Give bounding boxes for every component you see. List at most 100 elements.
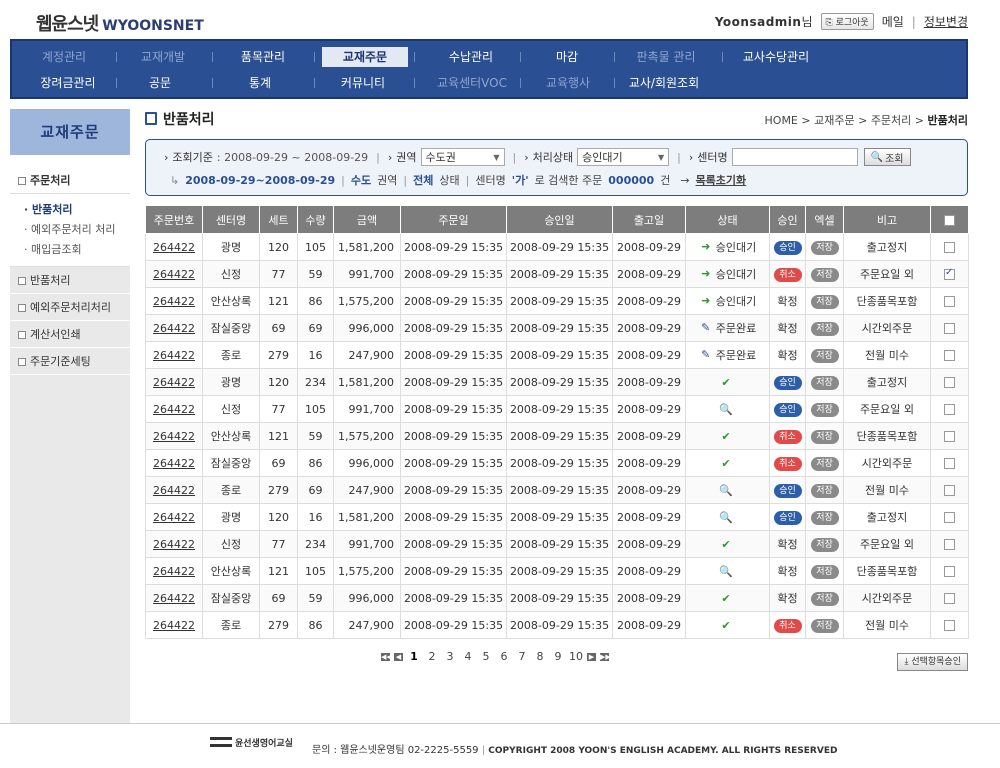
last-page-icon[interactable]: ▶▶: [600, 652, 611, 661]
mail-link[interactable]: 메일: [882, 13, 904, 30]
order-no-link[interactable]: 264422: [153, 403, 195, 416]
cancel-button[interactable]: 취소: [773, 618, 802, 633]
excel-save-button[interactable]: 저장: [810, 483, 839, 498]
check-icon[interactable]: ✔: [719, 592, 733, 605]
excel-save-button[interactable]: 저장: [810, 294, 839, 309]
row-checkbox[interactable]: [944, 512, 955, 523]
check-icon[interactable]: ✔: [719, 457, 733, 470]
cancel-button[interactable]: 취소: [773, 456, 802, 471]
next-page-icon[interactable]: ▶: [587, 652, 596, 661]
approve-button[interactable]: 승인: [773, 510, 802, 525]
sidebar-item-exception[interactable]: 예외주문처리처리: [10, 294, 130, 321]
breadcrumb-item[interactable]: 주문처리: [871, 114, 911, 127]
gnb-item-edu-event[interactable]: 교육행사: [540, 73, 596, 93]
prev-page-icon[interactable]: ◀: [394, 652, 403, 661]
cell-order-no[interactable]: 264422: [145, 584, 203, 612]
row-checkbox[interactable]: [944, 296, 955, 307]
cell-order-no[interactable]: 264422: [145, 287, 203, 315]
cell-order-no[interactable]: 264422: [145, 422, 203, 450]
cell-status[interactable]: ➜ 승인대기: [685, 260, 770, 288]
order-no-link[interactable]: 264422: [153, 484, 195, 497]
gnb-item-edu-voc[interactable]: 교육센터VOC: [432, 73, 512, 93]
cell-order-no[interactable]: 264422: [145, 368, 203, 396]
cell-status[interactable]: ✔: [685, 368, 770, 396]
row-checkbox[interactable]: [944, 404, 955, 415]
select-all-checkbox[interactable]: [944, 214, 955, 226]
cell-select[interactable]: [930, 584, 969, 612]
cell-select[interactable]: [930, 611, 969, 639]
breadcrumb-home[interactable]: HOME: [765, 114, 798, 127]
check-icon[interactable]: ✔: [719, 376, 733, 389]
breadcrumb-item[interactable]: 교재주문: [814, 114, 854, 127]
cell-status[interactable]: 🔍: [685, 395, 770, 423]
cell-select[interactable]: [930, 422, 969, 450]
page-link[interactable]: 6: [495, 650, 513, 663]
row-checkbox[interactable]: [944, 566, 955, 577]
order-no-link[interactable]: 264422: [153, 241, 195, 254]
magnifier-icon[interactable]: 🔍: [719, 565, 733, 578]
order-no-link[interactable]: 264422: [153, 349, 195, 362]
row-checkbox[interactable]: [944, 431, 955, 442]
cell-order-no[interactable]: 264422: [145, 611, 203, 639]
order-no-link[interactable]: 264422: [153, 619, 195, 632]
sidebar-item-return[interactable]: 반품처리: [10, 267, 130, 294]
cell-status[interactable]: ✔: [685, 422, 770, 450]
row-checkbox[interactable]: [944, 377, 955, 388]
approve-button[interactable]: 승인: [773, 483, 802, 498]
excel-save-button[interactable]: 저장: [810, 456, 839, 471]
excel-save-button[interactable]: 저장: [810, 564, 839, 579]
logout-button[interactable]: ⎘ 로그아웃: [820, 13, 874, 30]
gnb-item-teacher-allowance[interactable]: 교사수당관리: [736, 47, 816, 67]
row-checkbox[interactable]: [944, 485, 955, 496]
excel-save-button[interactable]: 저장: [810, 591, 839, 606]
cell-status[interactable]: ✔: [685, 611, 770, 639]
order-no-link[interactable]: 264422: [153, 538, 195, 551]
sidebar-item-order-processing[interactable]: 주문처리: [10, 167, 130, 194]
cell-status[interactable]: ➜ 승인대기: [685, 233, 770, 261]
order-no-link[interactable]: 264422: [153, 430, 195, 443]
page-link[interactable]: 1: [405, 650, 423, 663]
page-link[interactable]: 8: [531, 650, 549, 663]
gnb-item-products[interactable]: 품목관리: [232, 47, 294, 67]
col-header-order-date[interactable]: 주문일: [400, 205, 507, 234]
order-no-link[interactable]: 264422: [153, 295, 195, 308]
sidebar-item-order-settings[interactable]: 주문기준세팅: [10, 348, 130, 375]
row-checkbox[interactable]: [944, 242, 955, 253]
cell-status[interactable]: ✔: [685, 584, 770, 612]
excel-save-button[interactable]: 저장: [810, 510, 839, 525]
site-logo[interactable]: 웹윤스넷 WYOONSNET: [36, 10, 204, 36]
cell-select[interactable]: [930, 557, 969, 585]
excel-save-button[interactable]: 저장: [810, 618, 839, 633]
order-no-link[interactable]: 264422: [153, 322, 195, 335]
cell-order-no[interactable]: 264422: [145, 395, 203, 423]
order-no-link[interactable]: 264422: [153, 457, 195, 470]
edit-icon[interactable]: ✎: [699, 322, 713, 334]
row-checkbox[interactable]: [944, 267, 955, 280]
gnb-item-stats[interactable]: 통계: [240, 73, 280, 93]
row-checkbox[interactable]: [944, 620, 955, 631]
cell-status[interactable]: 🔍: [685, 503, 770, 531]
order-no-link[interactable]: 264422: [153, 376, 195, 389]
approve-button[interactable]: 승인: [773, 240, 802, 255]
cell-order-no[interactable]: 264422: [145, 341, 203, 369]
row-checkbox[interactable]: [944, 350, 955, 361]
gnb-item-payment[interactable]: 수납관리: [440, 47, 502, 67]
reset-list-link[interactable]: 목록초기화: [696, 172, 747, 188]
gnb-item-member-search[interactable]: 교사/회원조회: [624, 73, 704, 93]
cell-status[interactable]: 🔍: [685, 476, 770, 504]
cell-order-no[interactable]: 264422: [145, 530, 203, 558]
cell-status[interactable]: ➜ 승인대기: [685, 287, 770, 315]
check-icon[interactable]: ✔: [719, 538, 733, 551]
col-header-center[interactable]: 센터명: [202, 205, 260, 234]
row-checkbox[interactable]: [944, 323, 955, 334]
cell-select[interactable]: [930, 530, 969, 558]
cell-order-no[interactable]: 264422: [145, 503, 203, 531]
cell-status[interactable]: ✔: [685, 449, 770, 477]
approve-button[interactable]: 승인: [773, 402, 802, 417]
excel-save-button[interactable]: 저장: [810, 375, 839, 390]
first-page-icon[interactable]: ◀◀: [381, 652, 392, 661]
row-checkbox[interactable]: [944, 593, 955, 604]
cell-status[interactable]: ✎ 주문완료: [685, 341, 770, 369]
col-header-amount[interactable]: 금액: [333, 205, 401, 234]
cell-select[interactable]: [930, 287, 969, 315]
